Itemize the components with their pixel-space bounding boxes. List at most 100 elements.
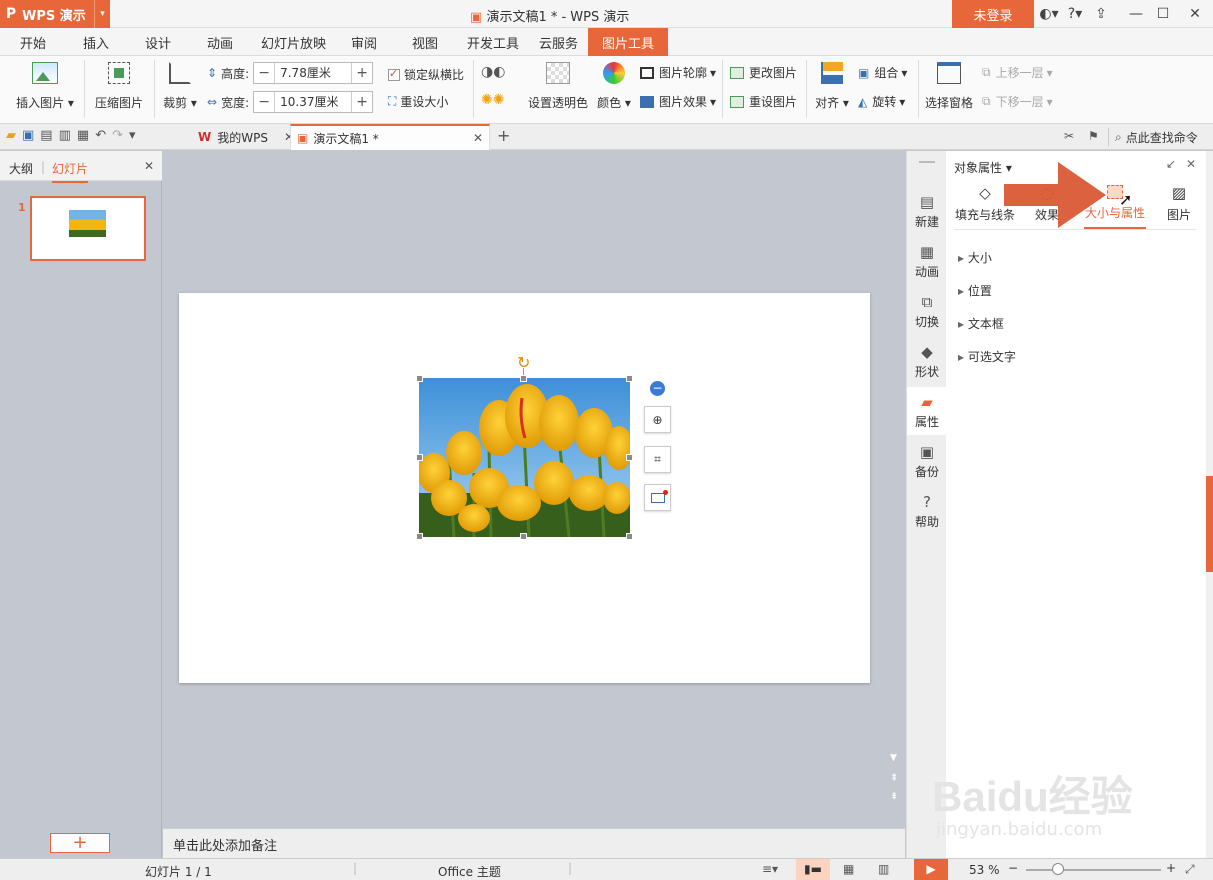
picture-outline-button[interactable]: 图片轮廓 ▾: [640, 64, 716, 81]
tab-close-icon[interactable]: ✕: [473, 131, 483, 145]
tab-design[interactable]: 设计: [145, 28, 171, 56]
drag-handle-icon[interactable]: [919, 161, 935, 163]
crop-float-icon[interactable]: ⌗: [644, 446, 671, 473]
section-size[interactable]: 大小: [958, 249, 992, 266]
picture-effect-button[interactable]: 图片效果 ▾: [640, 93, 716, 110]
tab-slideshow[interactable]: 幻灯片放映: [261, 28, 326, 56]
zoom-level[interactable]: 53 %: [969, 863, 1000, 877]
print-preview-icon[interactable]: ▦: [77, 128, 95, 143]
sidebar-item-transition[interactable]: ⧉ 切换: [907, 287, 947, 335]
height-increase-button[interactable]: +: [352, 63, 372, 83]
open-icon[interactable]: ▰: [6, 128, 22, 143]
normal-view-icon[interactable]: ▮▬: [796, 859, 830, 880]
reset-picture-button[interactable]: 重设图片: [730, 93, 797, 110]
zoom-slider-thumb[interactable]: [1052, 863, 1064, 875]
app-menu-button[interactable]: P WPS 演示 ▾: [0, 0, 110, 28]
height-decrease-button[interactable]: −: [254, 63, 274, 83]
resize-handle[interactable]: [626, 533, 633, 540]
redo-icon[interactable]: ↷: [112, 128, 129, 143]
next-slide-icon[interactable]: ⇟: [890, 791, 898, 802]
print-icon[interactable]: ▥: [59, 128, 77, 143]
width-increase-button[interactable]: +: [352, 92, 372, 112]
tab-my-wps[interactable]: W 我的WPS ✕: [190, 124, 302, 150]
minimize-icon[interactable]: —: [1121, 0, 1151, 28]
selection-pane-button[interactable]: 选择窗格: [924, 62, 974, 111]
color-button[interactable]: 颜色 ▾: [596, 62, 632, 111]
section-position[interactable]: 位置: [958, 282, 992, 299]
tab-view[interactable]: 视图: [412, 28, 438, 56]
notes-toggle-icon[interactable]: ≡▾: [762, 862, 778, 876]
undo-icon[interactable]: ↶: [95, 128, 112, 143]
height-stepper[interactable]: − 7.78厘米 +: [253, 62, 374, 84]
save-icon[interactable]: ▣: [22, 128, 40, 143]
slide-thumbnail[interactable]: [30, 196, 146, 261]
slides-tab[interactable]: 幻灯片: [52, 160, 89, 183]
zoom-slider[interactable]: [1026, 869, 1161, 871]
sidebar-item-new[interactable]: ▤ 新建: [907, 187, 947, 235]
previous-slide-icon[interactable]: ⇞: [890, 773, 898, 784]
sidebar-item-properties[interactable]: ▰ 属性: [907, 387, 947, 435]
notes-area[interactable]: 单击此处添加备注: [163, 828, 905, 858]
command-search[interactable]: ⌕ 点此查找命令: [1108, 128, 1198, 146]
width-input[interactable]: 10.37厘米: [274, 92, 353, 112]
sidebar-item-shape[interactable]: ◆ 形状: [907, 337, 947, 385]
tab-animation[interactable]: 动画: [207, 28, 233, 56]
new-tab-icon[interactable]: +: [497, 126, 510, 145]
bring-forward-button[interactable]: ⧉ 上移一层 ▾: [982, 64, 1053, 81]
tab-start[interactable]: 开始: [20, 28, 46, 56]
export-pdf-icon[interactable]: ▤: [40, 128, 58, 143]
close-panel-icon[interactable]: ✕: [1186, 157, 1196, 171]
picture-frame-icon[interactable]: [644, 484, 671, 511]
add-slide-button[interactable]: +: [50, 833, 110, 853]
resize-handle[interactable]: [626, 375, 633, 382]
panel-collapse-tab[interactable]: [1206, 476, 1213, 572]
tab-review[interactable]: 审阅: [351, 28, 377, 56]
set-transparent-button[interactable]: 设置透明色: [528, 62, 588, 111]
width-stepper[interactable]: − 10.37厘米 +: [253, 91, 374, 113]
reset-size-button[interactable]: ⛶ 重设大小: [388, 93, 448, 110]
tab-document[interactable]: ▣ 演示文稿1 * ✕: [290, 124, 490, 150]
resize-handle[interactable]: [626, 454, 633, 461]
resize-handle[interactable]: [416, 533, 423, 540]
tab-developer[interactable]: 开发工具: [467, 28, 519, 56]
customize-dropdown-icon[interactable]: ▾: [129, 128, 142, 143]
sidebar-item-help[interactable]: ? 帮助: [907, 487, 947, 535]
login-button[interactable]: 未登录: [952, 0, 1034, 28]
collapse-icon[interactable]: −: [650, 381, 665, 396]
send-backward-button[interactable]: ⧉ 下移一层 ▾: [982, 93, 1053, 110]
slide-sorter-icon[interactable]: ▦: [843, 862, 854, 876]
insert-picture-button[interactable]: 插入图片 ▾: [14, 62, 76, 111]
close-icon[interactable]: ✕: [1180, 0, 1210, 28]
resize-handle[interactable]: [520, 533, 527, 540]
vertical-scrollbar[interactable]: ▼ ⇞ ⇟: [886, 151, 906, 828]
lock-ratio-checkbox[interactable]: 锁定纵横比: [388, 66, 464, 83]
app-menu-dropdown-icon[interactable]: ▾: [94, 0, 110, 28]
checkbox-checked-icon[interactable]: [388, 67, 400, 81]
contrast-icon[interactable]: ◑◐: [481, 64, 505, 80]
section-alt-text[interactable]: 可选文字: [958, 348, 1016, 365]
align-button[interactable]: 对齐 ▾: [814, 62, 850, 111]
resize-handle[interactable]: [416, 454, 423, 461]
group-button[interactable]: ▣ 组合 ▾: [858, 64, 907, 81]
sidebar-item-backup[interactable]: ▣ 备份: [907, 437, 947, 485]
upload-icon[interactable]: ⇪: [1086, 0, 1116, 28]
close-pane-icon[interactable]: ✕: [144, 159, 154, 173]
tab-cloud[interactable]: 云服务: [539, 28, 578, 56]
tab-picture-tools[interactable]: 图片工具: [588, 28, 669, 56]
rotate-button[interactable]: ◭ 旋转 ▾: [858, 93, 905, 110]
play-slideshow-icon[interactable]: ▶: [914, 859, 948, 880]
zoom-in-icon[interactable]: ⊕: [644, 406, 671, 433]
fit-window-icon[interactable]: ⤢: [1185, 862, 1195, 877]
tab-picture[interactable]: ▨ 图片: [1148, 181, 1210, 229]
outline-tab[interactable]: 大纲: [9, 160, 33, 177]
height-input[interactable]: 7.78厘米: [274, 63, 353, 83]
sidebar-item-animation[interactable]: ▦ 动画: [907, 237, 947, 285]
zoom-in-icon[interactable]: +: [1166, 861, 1176, 875]
brightness-icon[interactable]: ✺✺: [481, 92, 504, 108]
dock-icon[interactable]: ↙: [1166, 157, 1176, 171]
tulip-picture[interactable]: [419, 378, 630, 537]
tab-insert[interactable]: 插入: [83, 28, 109, 56]
reading-view-icon[interactable]: ▥: [878, 862, 889, 876]
compress-picture-button[interactable]: 压缩图片: [92, 62, 146, 111]
crop-button[interactable]: 裁剪 ▾: [162, 62, 198, 111]
